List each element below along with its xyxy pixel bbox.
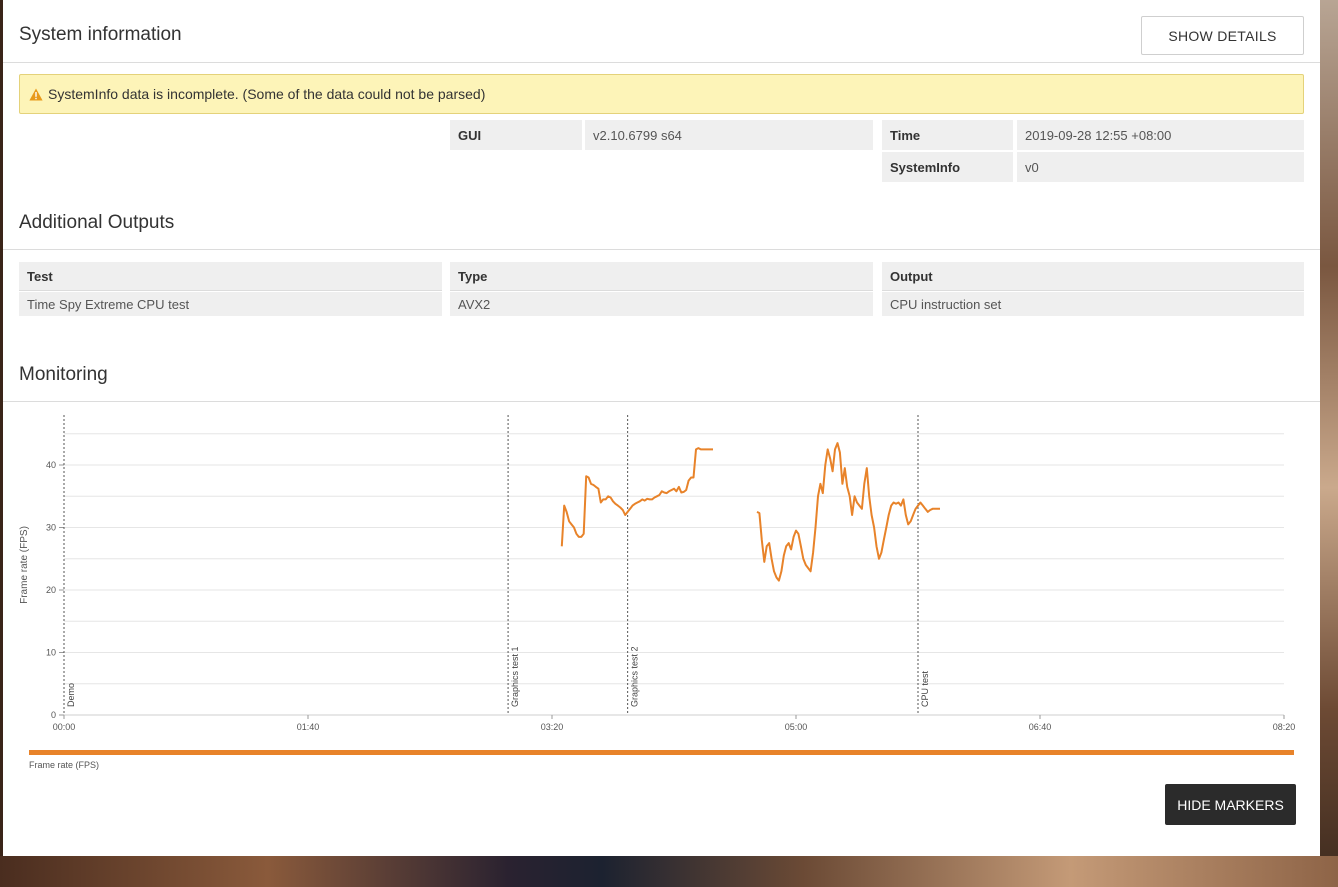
x-tick-label: 05:00 <box>785 722 808 732</box>
y-axis-label: Frame rate (FPS) <box>19 526 30 604</box>
warning-icon <box>29 88 43 100</box>
y-tick-label: 40 <box>46 460 56 470</box>
test-marker-label: Graphics test 1 <box>510 646 520 707</box>
background-artwork-bottom <box>0 856 1338 887</box>
test-markers: Demo Graphics test 1 Graphics test 2 CPU te… <box>63 415 930 715</box>
y-tick-label: 30 <box>46 523 56 533</box>
outputs-cell-test: Time Spy Extreme CPU test <box>19 292 442 316</box>
series-line-segment <box>560 447 713 547</box>
section-title-monitoring: Monitoring <box>19 364 108 385</box>
section-title-system-information: System information <box>19 24 182 45</box>
outputs-header-output: Output <box>882 262 1304 291</box>
x-tick-label: 03:20 <box>541 722 564 732</box>
info-key-systeminfo: SystemInfo <box>882 152 1013 182</box>
outputs-header-type: Type <box>450 262 873 291</box>
chart-grid <box>64 433 1284 716</box>
series-line-segment <box>756 442 940 582</box>
results-panel: System information SHOW DETAILS SystemIn… <box>3 0 1320 856</box>
frame-rate-chart-svg: Frame rate (FPS) 0 10 20 30 40 00:00 01:40 03:… <box>19 415 1296 732</box>
show-details-button[interactable]: SHOW DETAILS <box>1141 16 1304 55</box>
background-artwork-right <box>1320 0 1338 887</box>
test-marker-label: Graphics test 2 <box>630 646 640 707</box>
x-axis-ticks: 00:00 01:40 03:20 05:00 06:40 08:20 <box>53 715 1296 732</box>
legend-label-frame-rate: Frame rate (FPS) <box>29 760 100 770</box>
y-tick-label: 10 <box>46 648 56 658</box>
outputs-cell-type: AVX2 <box>450 292 873 316</box>
x-tick-label: 01:40 <box>297 722 320 732</box>
x-tick-label: 06:40 <box>1029 722 1052 732</box>
hide-markers-button[interactable]: HIDE MARKERS <box>1165 784 1296 825</box>
outputs-cell-output: CPU instruction set <box>882 292 1304 316</box>
info-key-time: Time <box>882 120 1013 150</box>
test-marker-label: CPU test <box>920 670 930 707</box>
info-value-systeminfo: v0 <box>1017 152 1304 182</box>
series-frame-rate <box>560 442 940 582</box>
y-tick-label: 20 <box>46 585 56 595</box>
y-axis-ticks: 0 10 20 30 40 <box>46 460 64 720</box>
outputs-header-test: Test <box>19 262 442 291</box>
legend-swatch-frame-rate[interactable] <box>29 750 1294 755</box>
x-tick-label: 08:20 <box>1273 722 1296 732</box>
info-key-gui: GUI <box>450 120 582 150</box>
x-tick-label: 00:00 <box>53 722 76 732</box>
divider <box>3 62 1320 63</box>
frame-rate-chart: Frame rate (FPS) 0 10 20 30 40 00:00 01:40 03:… <box>3 405 1320 775</box>
warning-text: SystemInfo data is incomplete. (Some of … <box>48 86 486 102</box>
section-title-additional-outputs: Additional Outputs <box>19 212 175 233</box>
incomplete-data-warning: SystemInfo data is incomplete. (Some of … <box>19 74 1304 114</box>
test-marker-label: Demo <box>66 683 76 707</box>
info-value-time: 2019-09-28 12:55 +08:00 <box>1017 120 1304 150</box>
info-value-gui: v2.10.6799 s64 <box>585 120 873 150</box>
y-tick-label: 0 <box>51 710 56 720</box>
divider <box>3 401 1320 402</box>
divider <box>3 249 1320 250</box>
